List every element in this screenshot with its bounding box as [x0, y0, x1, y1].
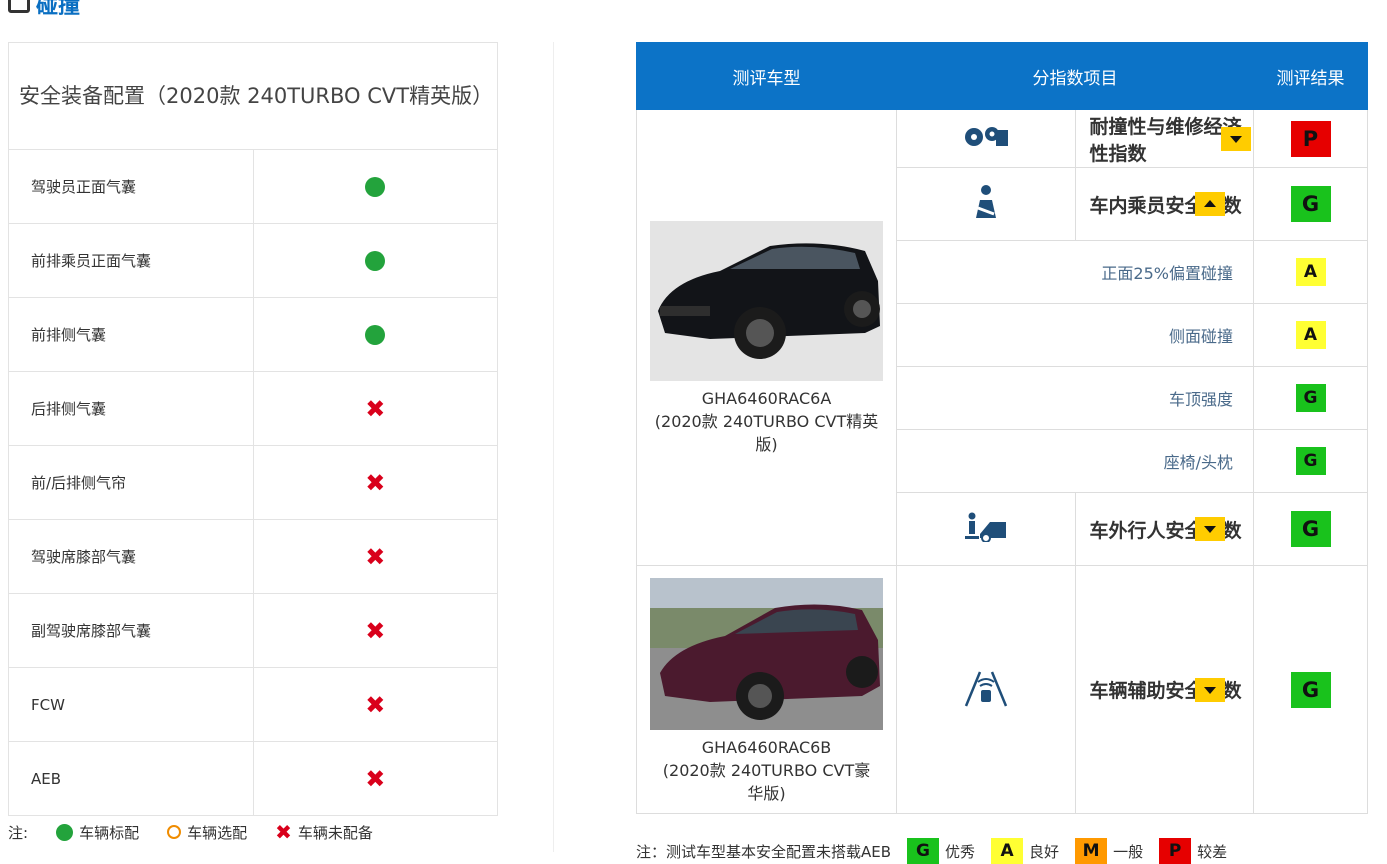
- chevron-down-icon[interactable]: [1195, 677, 1225, 702]
- equipment-label: 前排侧气囊: [8, 297, 254, 372]
- chevron-up-icon[interactable]: [1195, 192, 1225, 216]
- index-occupant: 车内乘员安全指数: [1074, 167, 1254, 241]
- result-badge: G: [1290, 511, 1331, 547]
- car1-photo: [650, 221, 883, 381]
- legend-badge-a: A: [991, 838, 1024, 864]
- rating-panel: 测评车型 分指数项目 测评结果 GHA6460RAC6A (2020款 240T…: [636, 42, 1368, 814]
- rating-legend: 注：测试车型基本安全配置未搭载AEB G 优秀 A 良好 M 一般 P 较差: [636, 838, 1227, 864]
- table-row: 前排乘员正面气囊: [8, 223, 498, 298]
- sub-index-label: 车顶强度: [896, 366, 1254, 430]
- cross-icon: ✖: [365, 468, 386, 497]
- safety-equipment-table: 安全装备配置（2020款 240TURBO CVT精英版） 驾驶员正面气囊 前排…: [8, 42, 498, 816]
- safety-equipment-panel: 安全装备配置（2020款 240TURBO CVT精英版） 驾驶员正面气囊 前排…: [8, 42, 498, 816]
- optional-ring-icon: [167, 825, 182, 839]
- car1-cell: GHA6460RAC6A (2020款 240TURBO CVT精英版): [636, 109, 897, 566]
- result-badge: A: [1295, 258, 1326, 286]
- equipment-legend: 注: 车辆标配 车辆选配 ✖ 车辆未配备: [8, 820, 373, 844]
- index-durability-label: 耐撞性与维修经济性指数: [1089, 115, 1242, 165]
- column-divider: [553, 42, 554, 852]
- table-row: 驾驶席膝部气囊 ✖: [8, 519, 498, 594]
- table-row: AEB ✖: [8, 741, 498, 816]
- rating-table: 测评车型 分指数项目 测评结果 GHA6460RAC6A (2020款 240T…: [636, 42, 1368, 814]
- equipment-label: 驾驶席膝部气囊: [8, 519, 254, 594]
- header-result: 测评结果: [1253, 42, 1368, 110]
- car2-cell: GHA6460RAC6B (2020款 240TURBO CVT豪华版): [636, 565, 897, 814]
- equipment-label: AEB: [8, 741, 254, 816]
- seated-person-icon: [975, 185, 996, 218]
- result-badge: G: [1290, 186, 1331, 222]
- section-title: 碰撞: [36, 0, 81, 19]
- legend-badge-m: M: [1075, 838, 1108, 864]
- equipment-label: 后排侧气囊: [8, 371, 254, 446]
- cross-icon: ✖: [365, 394, 386, 423]
- crash-section-icon: [8, 0, 30, 13]
- index-durability: 耐撞性与维修经济性指数: [1074, 109, 1254, 168]
- legend-p-label: 较差: [1197, 842, 1228, 861]
- legend-badge-p: P: [1159, 838, 1192, 864]
- table-row: 后排侧气囊 ✖: [8, 371, 498, 446]
- result-badge: A: [1295, 321, 1326, 349]
- legend-badge-g: G: [907, 838, 940, 864]
- legend-a-label: 良好: [1029, 842, 1060, 861]
- table-row: 前/后排侧气帘 ✖: [8, 445, 498, 520]
- result-badge: P: [1290, 120, 1331, 157]
- pedestrian-car-icon: [964, 512, 1006, 543]
- cross-icon: ✖: [365, 616, 386, 645]
- section-header: 碰撞: [8, 0, 80, 20]
- standard-dot-icon: [365, 176, 386, 197]
- cross-icon: ✖: [365, 690, 386, 719]
- equipment-label: FCW: [8, 667, 254, 742]
- legend-none: ✖ 车辆未配备: [275, 820, 373, 844]
- result-badge: G: [1290, 671, 1331, 708]
- standard-dot-icon: [365, 324, 386, 345]
- sub-index-label: 侧面碰撞: [896, 303, 1254, 367]
- legend-standard-label: 车辆标配: [79, 823, 140, 842]
- cross-icon: ✖: [365, 542, 386, 571]
- table-row: 驾驶员正面气囊: [8, 149, 498, 224]
- header-model: 测评车型: [636, 42, 897, 110]
- chevron-down-icon[interactable]: [1221, 126, 1251, 151]
- legend-g-label: 优秀: [945, 842, 976, 861]
- sub-index-label: 正面25%偏置碰撞: [896, 240, 1254, 304]
- cross-icon: ✖: [275, 820, 292, 844]
- index-pedestrian: 车外行人安全指数: [1074, 492, 1254, 566]
- sub-index-label: 座椅/头枕: [896, 429, 1254, 493]
- car2-photo: [650, 578, 883, 730]
- legend-standard: 车辆标配: [56, 822, 139, 843]
- table-row: GHA6460RAC6B (2020款 240TURBO CVT豪华版) 车辆辅…: [636, 565, 1368, 814]
- car1-model: GHA6460RAC6A: [701, 389, 832, 408]
- equipment-label: 驾驶员正面气囊: [8, 149, 254, 224]
- table-row: 前排侧气囊: [8, 297, 498, 372]
- standard-dot-icon: [56, 823, 74, 841]
- legend-m-label: 一般: [1113, 842, 1144, 861]
- lane-assist-icon: [964, 671, 1007, 706]
- car2-model: GHA6460RAC6B: [701, 738, 832, 757]
- rating-note-text: 注：测试车型基本安全配置未搭载AEB: [636, 842, 892, 861]
- result-badge: G: [1295, 447, 1326, 475]
- crash-gears-icon: [964, 126, 1008, 146]
- car2-trim: (2020款 240TURBO CVT豪华版): [662, 761, 871, 803]
- car1-trim: (2020款 240TURBO CVT精英版): [654, 412, 879, 454]
- legend-prefix: 注:: [8, 823, 29, 842]
- standard-dot-icon: [365, 250, 386, 271]
- index-assist: 车辆辅助安全指数: [1074, 565, 1254, 814]
- safety-table-title: 安全装备配置（2020款 240TURBO CVT精英版）: [8, 42, 498, 150]
- result-badge: G: [1295, 384, 1326, 412]
- table-row: GHA6460RAC6A (2020款 240TURBO CVT精英版) 耐撞性…: [636, 109, 1368, 566]
- equipment-label: 前排乘员正面气囊: [8, 223, 254, 298]
- legend-optional-label: 车辆选配: [187, 823, 248, 842]
- legend-none-label: 车辆未配备: [297, 823, 373, 842]
- chevron-down-icon[interactable]: [1195, 517, 1225, 541]
- legend-optional: 车辆选配: [167, 822, 247, 843]
- cross-icon: ✖: [365, 764, 386, 793]
- equipment-label: 副驾驶席膝部气囊: [8, 593, 254, 668]
- header-index: 分指数项目: [896, 42, 1254, 110]
- table-row: 副驾驶席膝部气囊 ✖: [8, 593, 498, 668]
- equipment-label: 前/后排侧气帘: [8, 445, 254, 520]
- table-row: FCW ✖: [8, 667, 498, 742]
